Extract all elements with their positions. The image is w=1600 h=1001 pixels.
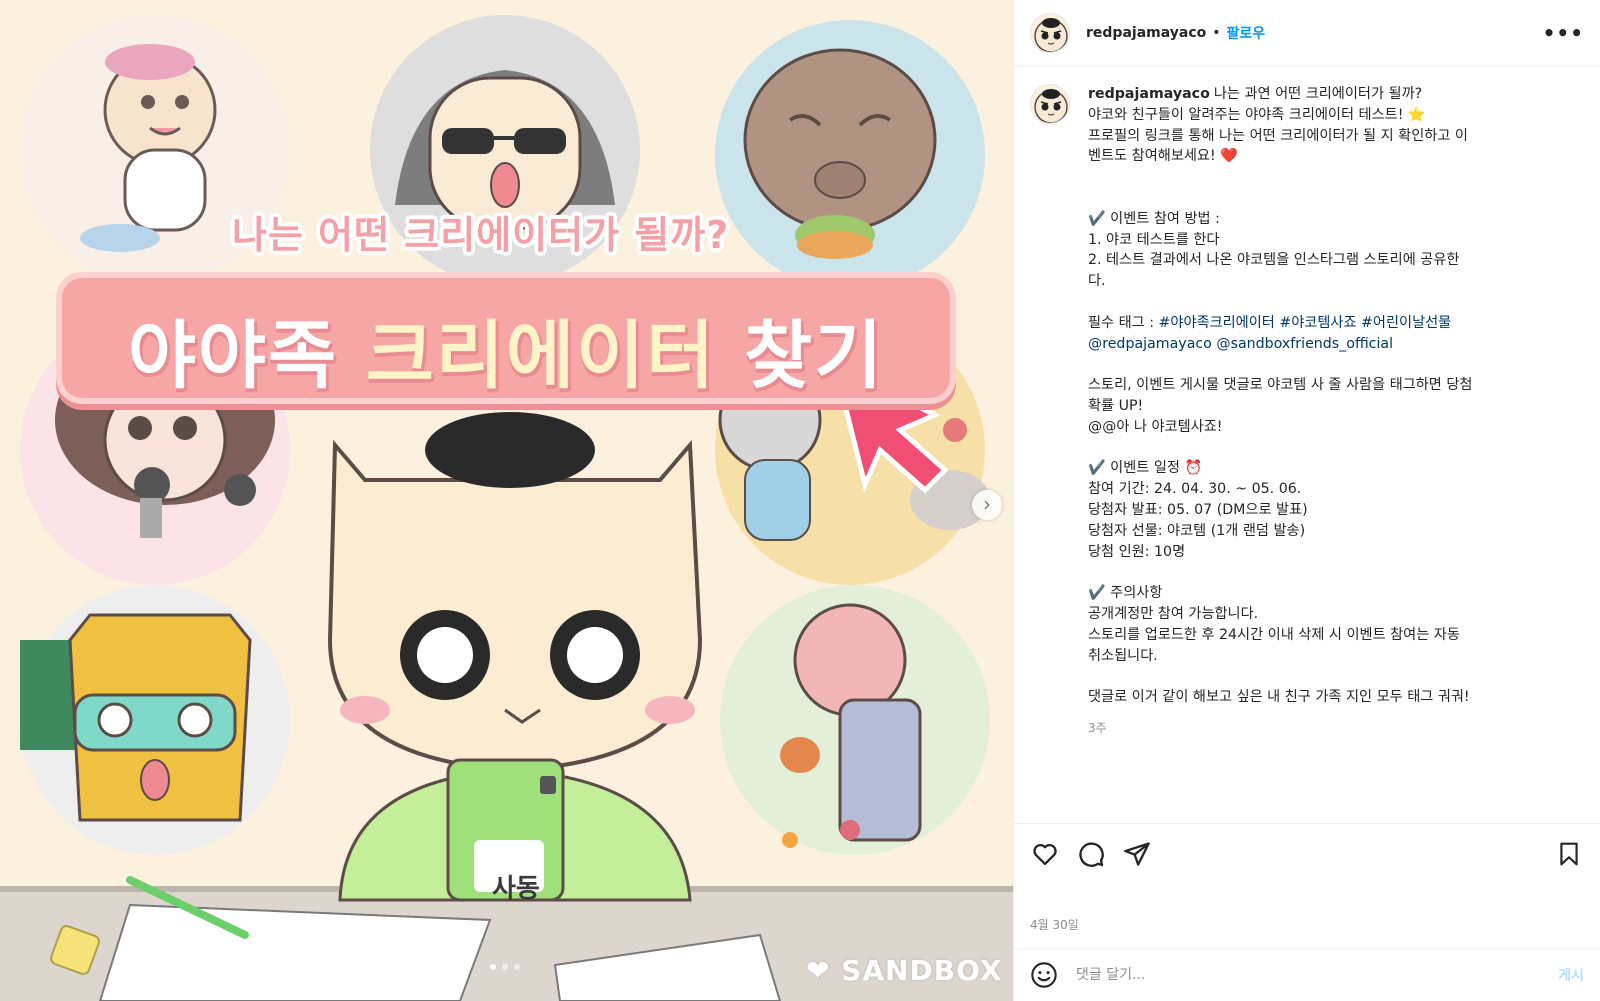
media-headline: 나는 어떤 크리에이터가 될까? — [232, 213, 730, 257]
hashtag-link[interactable]: #야야족크리에이터 — [1159, 315, 1275, 331]
illustration — [0, 15, 1013, 1001]
caption-line: 벤트도 참여해보세요! ❤️ — [1088, 148, 1238, 165]
howto-step-2: 2. 테스트 결과에서 나온 야코템을 인스타그램 스토리에 공유한 — [1088, 252, 1460, 269]
caption-line: redpajamayaco 나는 과연 어떤 크리에이터가 될까? — [1088, 84, 1566, 105]
caption-line-text: 나는 과연 어떤 크리에이터가 될까? — [1213, 86, 1423, 102]
notice-line: 취소됩니다. — [1088, 647, 1158, 664]
caption-line: 야코와 친구들이 알려주는 야야족 크리에이터 테스트! ⭐ — [1088, 106, 1426, 123]
mention-link[interactable]: @redpajamayaco — [1088, 336, 1212, 352]
media-banner: 야야족 크리에이터 찾기 — [56, 272, 956, 404]
author-avatar[interactable] — [1030, 12, 1070, 53]
banner-title: 야야족 크리에이터 찾기 — [62, 296, 950, 403]
character-circle-bottom-right — [720, 585, 990, 855]
like-button[interactable] — [1030, 839, 1060, 869]
heart-icon — [1033, 843, 1057, 865]
carousel-dots — [490, 964, 520, 970]
caption: redpajamayaco 나는 과연 어떤 크리에이터가 될까? 야코와 친구들… — [1030, 84, 1584, 739]
story-line: @@아 나 야코템사죠! — [1088, 418, 1223, 435]
post-date[interactable]: 4월 30일 — [1030, 916, 1079, 933]
post-comment-button[interactable]: 게시 — [1558, 965, 1584, 985]
more-icon: ••• — [1542, 20, 1584, 45]
share-icon — [1124, 841, 1150, 866]
closing-line: 댓글로 이거 같이 해보고 싶은 내 친구 가족 지인 모두 태그 궈궈! — [1088, 689, 1470, 706]
comment-composer: 게시 — [1014, 948, 1600, 1001]
hashtag-link[interactable]: #어린이날선물 — [1361, 315, 1451, 331]
carousel-next-button[interactable]: › — [972, 490, 1002, 520]
share-button[interactable] — [1122, 839, 1152, 869]
caption-username[interactable]: redpajamayaco — [1088, 86, 1210, 102]
banner-highlight: 크리에이터 — [365, 313, 717, 399]
chevron-right-icon: › — [983, 492, 991, 516]
caption-text: redpajamayaco 나는 과연 어떤 크리에이터가 될까? 야코와 친구들… — [1088, 84, 1566, 739]
avatar-face-icon — [1034, 17, 1068, 52]
header-separator: • — [1212, 24, 1221, 41]
schedule-line: 당첨자 선물: 야코템 (1개 랜덤 발송) — [1088, 522, 1306, 539]
save-button[interactable] — [1554, 839, 1584, 869]
howto-step-2-cont: 다. — [1088, 273, 1106, 290]
story-line: 스토리, 이벤트 게시물 댓글로 야코템 사 줄 사람을 태그하면 당첨 — [1088, 377, 1473, 394]
carousel-dot — [490, 964, 496, 970]
story-line: 확률 UP! — [1088, 397, 1144, 414]
phone-badge-text: 사동 — [492, 874, 540, 904]
caption-line: 프로필의 링크를 통해 나는 어떤 크리에이터가 될 지 확인하고 이 — [1088, 127, 1468, 144]
avatar-face-icon — [1034, 89, 1068, 123]
sandbox-watermark: ❤ SANDBOX — [806, 954, 1003, 987]
action-bar — [1014, 823, 1600, 883]
header-username[interactable]: redpajamayaco — [1086, 25, 1206, 41]
watermark-text: SANDBOX — [841, 954, 1003, 987]
schedule-title: ✔️ 이벤트 일정 ⏰ — [1088, 460, 1203, 477]
comments-area[interactable]: redpajamayaco 나는 과연 어떤 크리에이터가 될까? 야코와 친구들… — [1014, 66, 1600, 824]
comment-input[interactable] — [1076, 967, 1559, 983]
notice-title: ✔️ 주의사항 — [1088, 585, 1163, 602]
character-circle-top-right — [715, 20, 985, 290]
banner-part-2: 찾기 — [716, 313, 885, 399]
carousel-dot — [502, 964, 508, 970]
carousel-dot — [514, 964, 520, 970]
required-tags: 필수 태그 : #야야족크리에이터 #야코템사죠 #어린이날선물 — [1088, 313, 1566, 334]
notebook — [98, 903, 492, 1001]
comment-icon — [1079, 841, 1104, 867]
mentions: @redpajamayaco @sandboxfriends_official — [1088, 334, 1566, 355]
mention-link[interactable]: @sandboxfriends_official — [1216, 336, 1393, 352]
more-options-button[interactable]: ••• — [1543, 21, 1584, 45]
schedule-line: 당첨자 발표: 05. 07 (DM으로 발표) — [1088, 501, 1308, 518]
schedule-line: 참여 기간: 24. 04. 30. ~ 05. 06. — [1088, 481, 1302, 498]
character-circle-bottom-left — [20, 585, 290, 855]
emoji-icon[interactable] — [1030, 961, 1058, 989]
tag-label: 필수 태그 : — [1088, 314, 1159, 331]
notice-line: 스토리를 업로드한 후 24시간 이내 삭제 시 이벤트 참여는 자동 — [1088, 626, 1460, 643]
bookmark-icon — [1560, 842, 1578, 865]
post-image[interactable]: 나는 어떤 크리에이터가 될까? 야야족 크리에이터 찾기 사동 ❤ SANDB… — [0, 0, 1013, 1001]
howto-step-1: 1. 야코 테스트를 한다 — [1088, 231, 1220, 248]
banner-part-1: 야야족 — [127, 313, 366, 399]
main-character — [327, 412, 703, 902]
follow-button[interactable]: 팔로우 — [1227, 23, 1266, 43]
howto-title: ✔️ 이벤트 참여 방법 : — [1088, 210, 1220, 227]
notice-line: 공개계정만 참여 가능합니다. — [1088, 605, 1259, 622]
comment-button[interactable] — [1076, 839, 1106, 869]
hashtag-link[interactable]: #야코템사죠 — [1279, 315, 1356, 331]
caption-avatar[interactable] — [1030, 84, 1070, 124]
post-side-panel: redpajamayaco • 팔로우 ••• redpajamayaco나는 — [1013, 0, 1600, 1001]
post-header: redpajamayaco • 팔로우 ••• — [1014, 0, 1600, 66]
schedule-line: 당첨 인원: 10명 — [1088, 543, 1186, 560]
caption-time-ago[interactable]: 3주 — [1088, 718, 1566, 739]
